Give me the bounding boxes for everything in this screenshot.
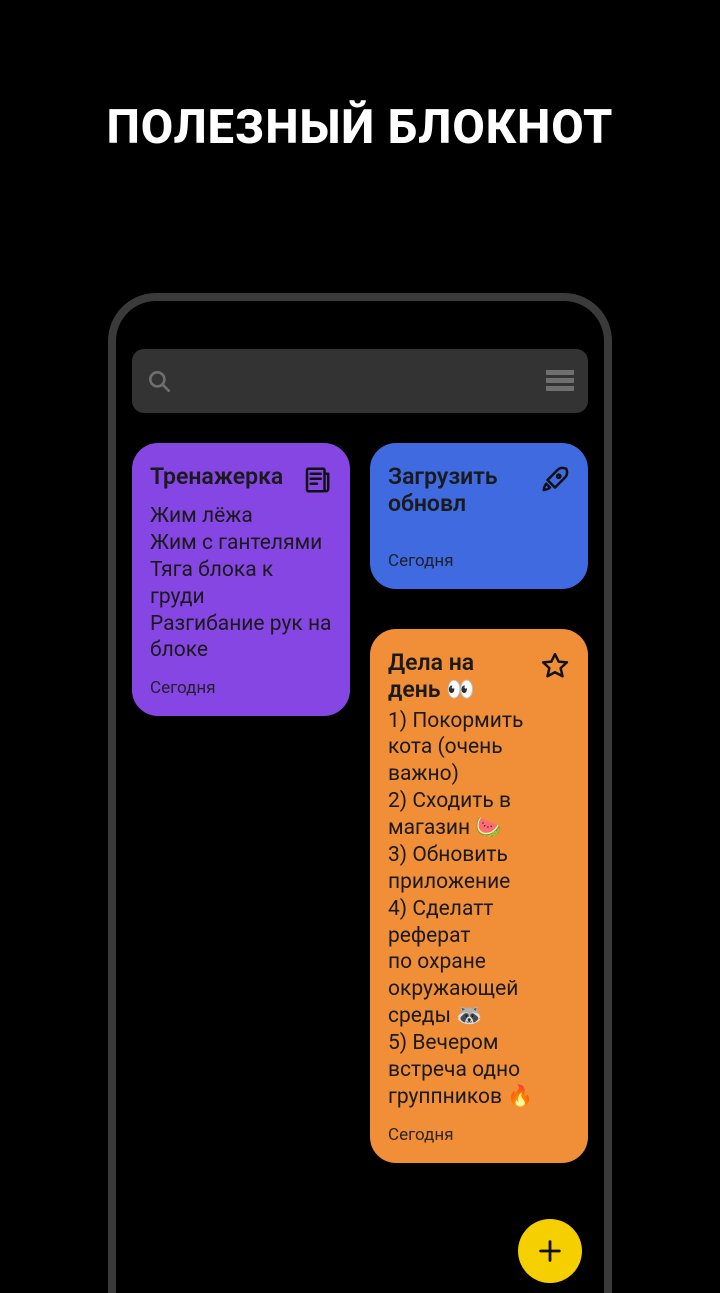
search-icon — [146, 368, 172, 394]
note-body: Жим лёжа Жим с гантелями Тяга блока к гр… — [150, 503, 332, 664]
note-card-update[interactable]: Загрузить обновл Сегодня — [370, 443, 588, 589]
rocket-icon — [540, 465, 570, 499]
search-bar[interactable] — [132, 349, 588, 413]
note-date: Сегодня — [388, 551, 570, 571]
page-headline: ПОЛЕЗНЫЙ БЛОКНОТ — [0, 0, 720, 155]
phone-frame: Тренажерка Жим лёжа Жим с гантелями Тя — [108, 293, 612, 1293]
note-title: Тренажерка — [150, 463, 294, 490]
note-date: Сегодня — [150, 678, 332, 698]
add-note-button[interactable] — [518, 1219, 582, 1283]
note-card-todo[interactable]: Дела на день 👀 1) Покормить кота (очень … — [370, 629, 588, 1162]
note-title: Загрузить обновл — [388, 463, 532, 517]
menu-icon[interactable] — [546, 370, 574, 392]
star-icon — [540, 651, 570, 685]
note-body: 1) Покормить кота (очень важно) 2) Сходи… — [388, 708, 570, 1111]
newspaper-icon — [302, 465, 332, 499]
notes-grid: Тренажерка Жим лёжа Жим с гантелями Тя — [132, 443, 588, 1163]
note-card-gym[interactable]: Тренажерка Жим лёжа Жим с гантелями Тя — [132, 443, 350, 716]
note-date: Сегодня — [388, 1125, 570, 1145]
note-title: Дела на день 👀 — [388, 649, 532, 703]
plus-icon — [536, 1237, 564, 1265]
